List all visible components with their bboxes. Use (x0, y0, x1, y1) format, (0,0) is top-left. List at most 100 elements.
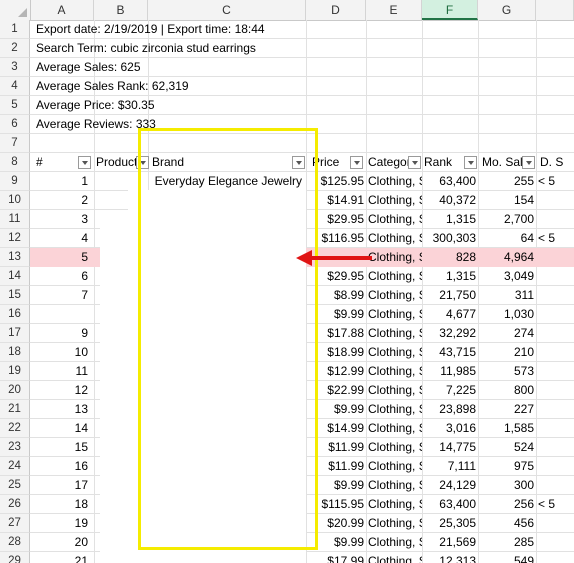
header-num[interactable]: # (34, 153, 74, 172)
cell-rank[interactable]: 3,016 (422, 419, 478, 438)
cell-category[interactable]: Clothing, S (366, 248, 422, 267)
cell-category[interactable]: Clothing, S (366, 400, 422, 419)
row-header[interactable]: 27 (0, 514, 30, 533)
cell-rank[interactable]: 24,129 (422, 476, 478, 495)
cell-d-sales[interactable]: < 5 (536, 229, 574, 248)
cell-d-sales[interactable] (536, 514, 574, 533)
cell-num[interactable]: 4 (34, 229, 90, 248)
row-header[interactable]: 7 (0, 134, 30, 153)
cell-num[interactable]: 16 (34, 457, 90, 476)
cell-rank[interactable]: 12,313 (422, 552, 478, 563)
cell-d-sales[interactable] (536, 419, 574, 438)
header-category[interactable]: Category (366, 153, 410, 172)
cell-num[interactable]: 10 (34, 343, 90, 362)
cell-category[interactable]: Clothing, S (366, 438, 422, 457)
header-product[interactable]: Product (94, 153, 140, 172)
export-info[interactable]: Export date: 2/19/2019 | Export time: 18… (34, 20, 267, 39)
filter-dropdown-icon[interactable] (350, 156, 363, 169)
cell-category[interactable]: Clothing, S (366, 286, 422, 305)
cell-category[interactable]: Clothing, S (366, 267, 422, 286)
row-header[interactable]: 1 (0, 20, 30, 39)
search-term[interactable]: Search Term: cubic zirconia stud earring… (34, 39, 258, 58)
cell-mo-sales[interactable]: 524 (478, 438, 536, 457)
cell-mo-sales[interactable]: 573 (478, 362, 536, 381)
cell-category[interactable]: Clothing, S (366, 476, 422, 495)
cell-num[interactable]: 13 (34, 400, 90, 419)
cell-rank[interactable]: 4,677 (422, 305, 478, 324)
row-header[interactable]: 3 (0, 58, 30, 77)
row-header[interactable]: 2 (0, 39, 30, 58)
cell-d-sales[interactable] (536, 343, 574, 362)
cell-num[interactable]: 21 (34, 552, 90, 563)
cell-num[interactable]: 20 (34, 533, 90, 552)
header-mo-sales[interactable]: Mo. Sales (480, 153, 526, 172)
cell-rank[interactable]: 25,305 (422, 514, 478, 533)
cell-d-sales[interactable]: < 5 (536, 172, 574, 191)
cell-mo-sales[interactable]: 1,585 (478, 419, 536, 438)
row-header[interactable]: 11 (0, 210, 30, 229)
cell-d-sales[interactable] (536, 457, 574, 476)
cell-d-sales[interactable] (536, 400, 574, 419)
cell-mo-sales[interactable]: 256 (478, 495, 536, 514)
average-sales-rank[interactable]: Average Sales Rank: 62,319 (34, 77, 191, 96)
cell-mo-sales[interactable]: 4,964 (478, 248, 536, 267)
cell-category[interactable]: Clothing, S (366, 343, 422, 362)
cell-category[interactable]: Clothing, S (366, 362, 422, 381)
row-header[interactable]: 24 (0, 457, 30, 476)
filter-dropdown-icon[interactable] (408, 156, 421, 169)
header-d-sales[interactable]: D. S (538, 153, 574, 172)
cell-rank[interactable]: 14,775 (422, 438, 478, 457)
col-header-b[interactable]: B (94, 0, 148, 20)
cell-mo-sales[interactable]: 274 (478, 324, 536, 343)
row-header[interactable]: 22 (0, 419, 30, 438)
cell-grid[interactable]: Export date: 2/19/2019 | Export time: 18… (30, 20, 574, 563)
cell-num[interactable]: 6 (34, 267, 90, 286)
row-header[interactable]: 12 (0, 229, 30, 248)
cell-d-sales[interactable] (536, 191, 574, 210)
cell-category[interactable]: Clothing, S (366, 191, 422, 210)
cell-category[interactable]: Clothing, S (366, 172, 422, 191)
cell-mo-sales[interactable]: 456 (478, 514, 536, 533)
cell-rank[interactable]: 63,400 (422, 495, 478, 514)
cell-num[interactable]: 14 (34, 419, 90, 438)
cell-mo-sales[interactable]: 64 (478, 229, 536, 248)
cell-mo-sales[interactable]: 549 (478, 552, 536, 563)
cell-mo-sales[interactable]: 210 (478, 343, 536, 362)
cell-num[interactable]: 3 (34, 210, 90, 229)
cell-d-sales[interactable] (536, 305, 574, 324)
cell-rank[interactable]: 300,303 (422, 229, 478, 248)
row-header[interactable]: 5 (0, 96, 30, 115)
select-all-corner[interactable] (0, 0, 31, 20)
cell-category[interactable]: Clothing, S (366, 381, 422, 400)
row-header[interactable]: 28 (0, 533, 30, 552)
cell-d-sales[interactable] (536, 324, 574, 343)
cell-rank[interactable]: 21,750 (422, 286, 478, 305)
cell-mo-sales[interactable]: 800 (478, 381, 536, 400)
cell-mo-sales[interactable]: 311 (478, 286, 536, 305)
row-header[interactable]: 18 (0, 343, 30, 362)
cell-rank[interactable]: 43,715 (422, 343, 478, 362)
cell-d-sales[interactable] (536, 267, 574, 286)
cell-rank[interactable]: 1,315 (422, 210, 478, 229)
cell-category[interactable]: Clothing, S (366, 305, 422, 324)
cell-d-sales[interactable] (536, 362, 574, 381)
row-header[interactable]: 19 (0, 362, 30, 381)
cell-d-sales[interactable] (536, 476, 574, 495)
row-header[interactable]: 9 (0, 172, 30, 191)
row-header[interactable]: 8 (0, 153, 30, 172)
cell-rank[interactable]: 21,569 (422, 533, 478, 552)
cell-num[interactable]: 17 (34, 476, 90, 495)
row-header[interactable]: 14 (0, 267, 30, 286)
cell-d-sales[interactable] (536, 248, 574, 267)
col-header-h[interactable] (536, 0, 574, 20)
row-header[interactable]: 25 (0, 476, 30, 495)
cell-rank[interactable]: 40,372 (422, 191, 478, 210)
row-header[interactable]: 15 (0, 286, 30, 305)
row-header[interactable]: 13 (0, 248, 30, 267)
cell-category[interactable]: Clothing, S (366, 495, 422, 514)
row-header[interactable]: 16 (0, 305, 30, 324)
cell-category[interactable]: Clothing, S (366, 324, 422, 343)
filter-dropdown-icon[interactable] (78, 156, 91, 169)
header-rank[interactable]: Rank (422, 153, 462, 172)
cell-d-sales[interactable]: < 5 (536, 495, 574, 514)
